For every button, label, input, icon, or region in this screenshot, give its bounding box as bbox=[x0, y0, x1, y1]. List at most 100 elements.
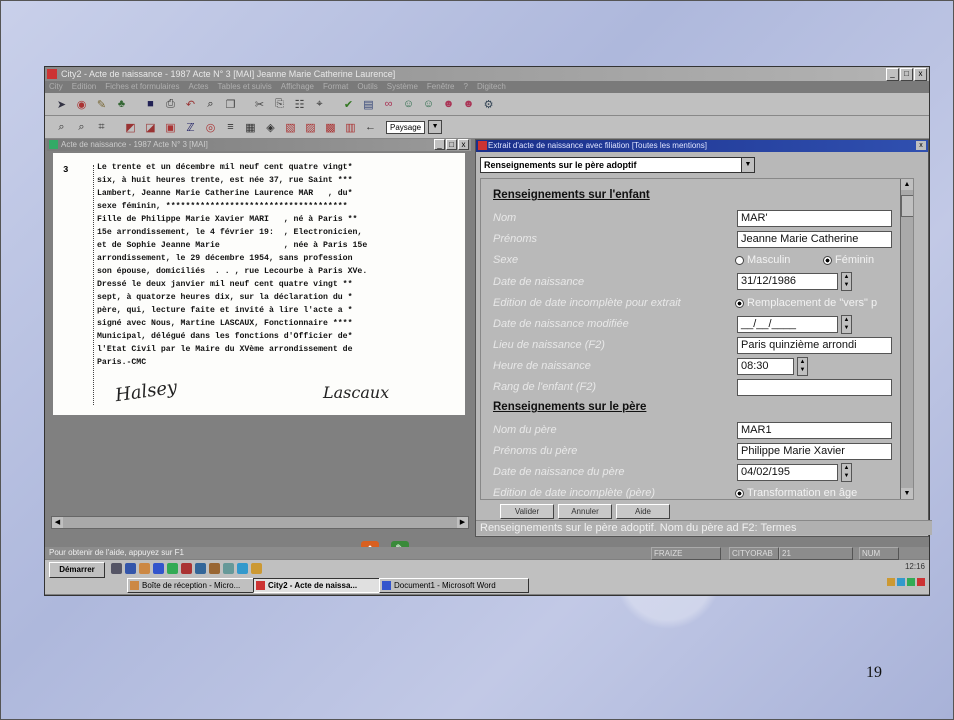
task-word[interactable]: Document1 - Microsoft Word bbox=[379, 578, 529, 593]
tray-icon-4[interactable] bbox=[917, 578, 925, 586]
tool-f-icon[interactable]: ▦ bbox=[242, 119, 259, 136]
cut-icon[interactable]: ✂ bbox=[251, 96, 268, 113]
person-icon-1[interactable]: ☺ bbox=[400, 96, 417, 113]
prenoms-field[interactable]: Jeanne Marie Catherine bbox=[737, 231, 892, 248]
globe-icon[interactable]: ◉ bbox=[73, 96, 90, 113]
nom-pere-field[interactable]: MAR1 bbox=[737, 422, 892, 439]
date-pere-field[interactable]: 04/02/195 bbox=[737, 464, 838, 481]
menu-help[interactable]: ? bbox=[463, 81, 467, 93]
check-icon[interactable]: ✔ bbox=[340, 96, 357, 113]
save-icon[interactable]: ■ bbox=[142, 96, 159, 113]
scroll-right-icon[interactable]: ▶ bbox=[457, 517, 468, 528]
search-next-icon[interactable]: ⌕ bbox=[73, 119, 90, 136]
reply-icon[interactable]: ↶ bbox=[182, 96, 199, 113]
menu-digitech[interactable]: Digitech bbox=[477, 81, 506, 93]
date-naissance-spinner[interactable]: ▲ ▼ bbox=[841, 272, 852, 291]
search-icon[interactable]: ⌕ bbox=[53, 119, 70, 136]
back-icon[interactable]: ← bbox=[362, 119, 379, 136]
person-icon-3[interactable]: ☻ bbox=[440, 96, 457, 113]
edition-pere-radio[interactable]: Transformation en âge bbox=[735, 487, 857, 499]
edition-date-radio[interactable]: Remplacement de "vers" p bbox=[735, 297, 877, 309]
book-icon[interactable]: ▤ bbox=[360, 96, 377, 113]
scroll-left-icon[interactable]: ◀ bbox=[52, 517, 63, 528]
copy-icon[interactable]: ❐ bbox=[222, 96, 239, 113]
tool-b-icon[interactable]: ◪ bbox=[142, 119, 159, 136]
word-icon[interactable] bbox=[153, 563, 164, 574]
tray-icon-3[interactable] bbox=[907, 578, 915, 586]
tool-d-icon[interactable]: ℤ bbox=[182, 119, 199, 136]
menu-systeme[interactable]: Système bbox=[387, 81, 418, 93]
tree-icon[interactable]: ♣ bbox=[113, 96, 130, 113]
left-minimize-button[interactable]: _ bbox=[434, 139, 445, 150]
print-icon[interactable]: ⎙ bbox=[162, 96, 179, 113]
section-select[interactable]: Renseignements sur le père adoptif ▼ bbox=[480, 157, 755, 173]
grid-icon[interactable]: ⌗ bbox=[93, 119, 110, 136]
date-modifiee-field[interactable]: __/__/____ bbox=[737, 316, 838, 333]
chevron-down-icon[interactable]: ▼ bbox=[428, 120, 443, 134]
valider-button[interactable]: Valider bbox=[500, 504, 554, 519]
date-modifiee-spinner[interactable]: ▲ ▼ bbox=[841, 315, 852, 334]
heure-field[interactable]: 08:30 bbox=[737, 358, 794, 375]
minimize-button[interactable]: _ bbox=[886, 68, 899, 81]
left-maximize-button[interactable]: □ bbox=[446, 139, 457, 150]
sexe-feminin-radio[interactable]: Féminin bbox=[823, 254, 874, 266]
tool-e-icon[interactable]: ≡ bbox=[222, 119, 239, 136]
explorer-icon[interactable] bbox=[125, 563, 136, 574]
excel-icon[interactable] bbox=[167, 563, 178, 574]
form-vertical-scrollbar[interactable]: ▲ ▼ bbox=[900, 179, 913, 499]
left-close-button[interactable]: x bbox=[458, 139, 469, 150]
tool-j-icon[interactable]: ▩ bbox=[322, 119, 339, 136]
tool-k-icon[interactable]: ▥ bbox=[342, 119, 359, 136]
person-icon-4[interactable]: ☻ bbox=[460, 96, 477, 113]
date-pere-spinner[interactable]: ▲ ▼ bbox=[841, 463, 852, 482]
chevron-down-icon[interactable]: ▼ bbox=[741, 158, 754, 172]
clock[interactable]: 12:16 bbox=[905, 562, 925, 571]
menu-affichage[interactable]: Affichage bbox=[281, 81, 314, 93]
menu-city[interactable]: City bbox=[49, 81, 63, 93]
close-button[interactable]: x bbox=[914, 68, 927, 81]
orientation-select[interactable]: Paysage bbox=[386, 120, 426, 134]
menu-outils[interactable]: Outils bbox=[357, 81, 377, 93]
nom-field[interactable]: MAR' bbox=[737, 210, 892, 227]
menu-fiches[interactable]: Fiches et formulaires bbox=[105, 81, 179, 93]
pencil-icon[interactable]: ✎ bbox=[93, 96, 110, 113]
rang-field[interactable] bbox=[737, 379, 892, 396]
outlook-icon[interactable] bbox=[139, 563, 150, 574]
sexe-masculin-radio[interactable]: Masculin bbox=[735, 254, 790, 266]
tray-icon-2[interactable] bbox=[897, 578, 905, 586]
paste-icon[interactable]: ⎘ bbox=[271, 96, 288, 113]
tool-i-icon[interactable]: ▨ bbox=[302, 119, 319, 136]
heure-spinner[interactable]: ▲ ▼ bbox=[797, 357, 808, 376]
annuler-button[interactable]: Annuler bbox=[558, 504, 612, 519]
menu-actes[interactable]: Actes bbox=[189, 81, 209, 93]
scroll-down-icon[interactable]: ▼ bbox=[901, 488, 913, 499]
maximize-button[interactable]: □ bbox=[900, 68, 913, 81]
pointer-icon[interactable]: ➤ bbox=[53, 96, 70, 113]
app-icon-8[interactable] bbox=[209, 563, 220, 574]
target-icon[interactable]: ◎ bbox=[202, 119, 219, 136]
person-icon-2[interactable]: ☺ bbox=[420, 96, 437, 113]
app-icon-9[interactable] bbox=[223, 563, 234, 574]
scroll-up-icon[interactable]: ▲ bbox=[901, 179, 913, 190]
document-icon[interactable]: ☷ bbox=[291, 96, 308, 113]
app-icon-7[interactable] bbox=[195, 563, 206, 574]
zoom-icon[interactable]: ⌖ bbox=[311, 96, 328, 113]
lieu-field[interactable]: Paris quinzième arrondi bbox=[737, 337, 892, 354]
task-inbox[interactable]: Boîte de réception - Micro... bbox=[127, 578, 263, 593]
menu-tables[interactable]: Tables et suivis bbox=[218, 81, 272, 93]
prenoms-pere-field[interactable]: Philippe Marie Xavier bbox=[737, 443, 892, 460]
menu-edition[interactable]: Edition bbox=[72, 81, 96, 93]
menu-fenetre[interactable]: Fenêtre bbox=[427, 81, 455, 93]
tool-c-icon[interactable]: ▣ bbox=[162, 119, 179, 136]
app-icon-11[interactable] bbox=[251, 563, 262, 574]
app-icon-6[interactable] bbox=[181, 563, 192, 574]
find-icon[interactable]: ⌕ bbox=[202, 96, 219, 113]
aide-button[interactable]: Aide bbox=[616, 504, 670, 519]
left-horizontal-scrollbar[interactable]: ◀ ▶ bbox=[51, 516, 469, 529]
right-close-button[interactable]: x bbox=[916, 141, 926, 150]
desktop-icon[interactable] bbox=[111, 563, 122, 574]
scroll-thumb[interactable] bbox=[901, 195, 913, 217]
app-icon-10[interactable] bbox=[237, 563, 248, 574]
menu-format[interactable]: Format bbox=[323, 81, 348, 93]
tool-a-icon[interactable]: ◩ bbox=[122, 119, 139, 136]
